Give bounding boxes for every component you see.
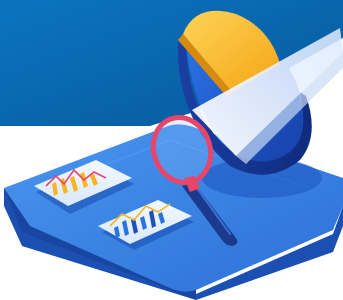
illustration-canvas bbox=[0, 0, 343, 300]
illustration-scene bbox=[0, 0, 343, 300]
